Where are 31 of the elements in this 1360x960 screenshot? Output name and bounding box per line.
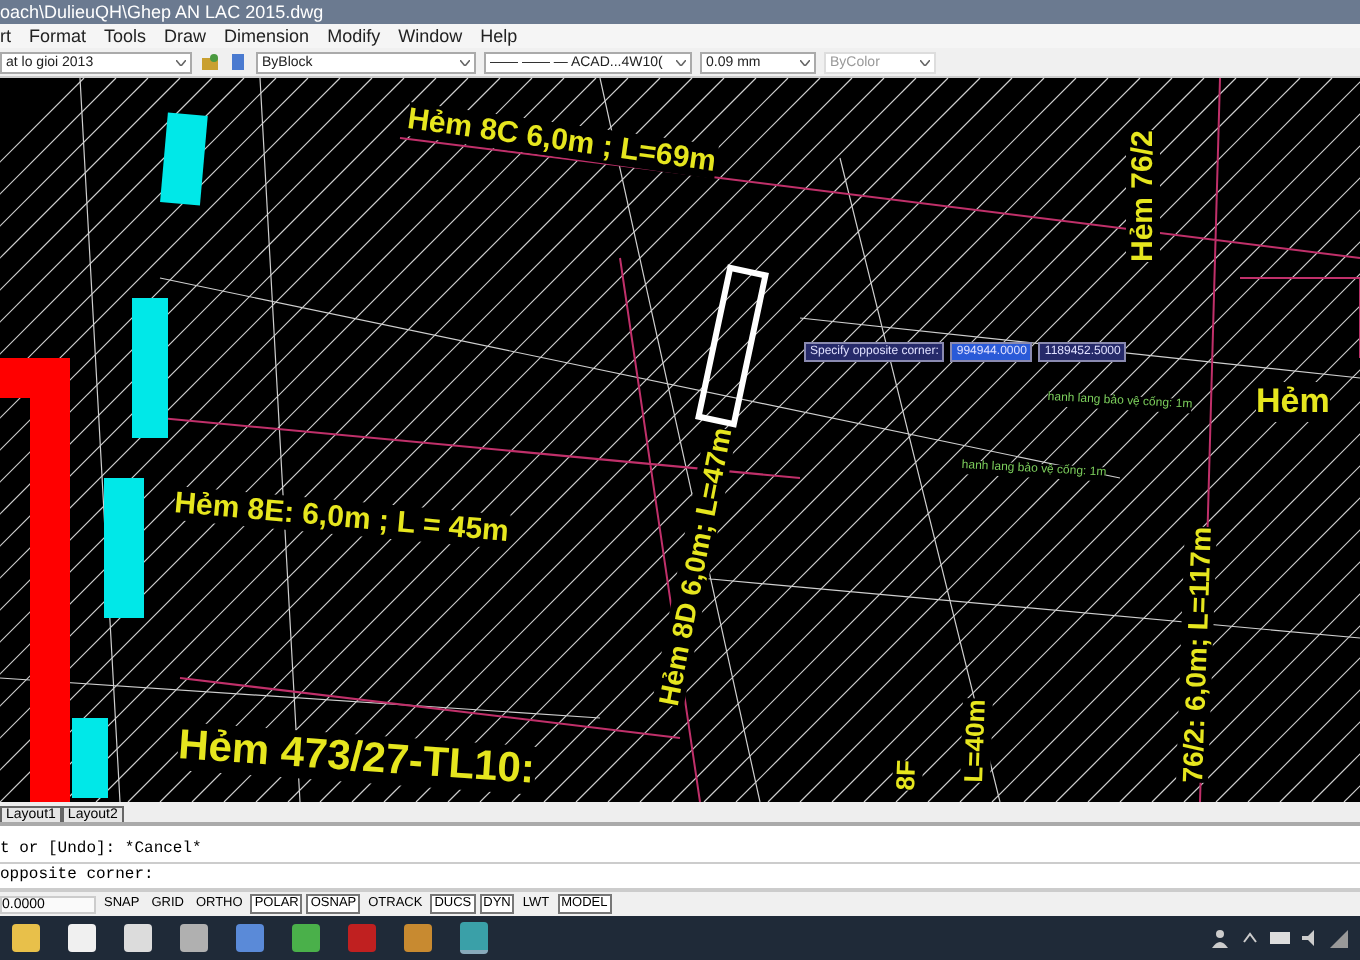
street-label: L=40m: [960, 698, 993, 784]
window-title: oach\DulieuQH\Ghep AN LAC 2015.dwg: [0, 2, 324, 22]
speaker-icon[interactable]: [1302, 930, 1318, 946]
layer-tool-icon[interactable]: [200, 52, 220, 72]
command-line-text: t or [Undo]: *Cancel*: [0, 838, 1360, 864]
menu-item[interactable]: Tools: [104, 26, 147, 46]
layer-tool-icon[interactable]: [228, 52, 248, 72]
menu-item[interactable]: Dimension: [224, 26, 310, 46]
street-label: Hẻm 76/2: [1126, 130, 1161, 262]
street-label: Hẻm 8D 6,0m; L=47m: [652, 424, 738, 709]
chevron-down-icon: [920, 59, 930, 65]
street-label: 76/2: 6,0m; L=117m: [1176, 526, 1218, 784]
menu-item[interactable]: Format: [29, 26, 87, 46]
network-icon[interactable]: [1330, 929, 1348, 947]
menu-item[interactable]: Help: [480, 26, 518, 46]
menu-item[interactable]: Draw: [164, 26, 207, 46]
street-label: Hẻm 8C 6,0m ; L=69m: [405, 102, 718, 180]
menu-item[interactable]: Window: [398, 26, 463, 46]
battery-icon[interactable]: [1270, 932, 1290, 944]
street-label: Hẻm: [1256, 382, 1330, 422]
chevron-down-icon: [176, 59, 186, 65]
menu-item[interactable]: Modify: [327, 26, 381, 46]
street-label: 8F: [892, 759, 923, 792]
person-icon[interactable]: [1210, 928, 1230, 948]
chevron-down-icon: [676, 59, 686, 65]
caret-icon[interactable]: [1242, 932, 1258, 944]
street-label: Hẻm 8E: 6,0m ; L = 45m: [173, 486, 511, 550]
menu-item[interactable]: rt: [0, 26, 11, 46]
street-label: Hẻm 473/27-TL10:: [176, 722, 537, 796]
chevron-down-icon: [800, 59, 810, 65]
chevron-down-icon: [460, 59, 470, 65]
